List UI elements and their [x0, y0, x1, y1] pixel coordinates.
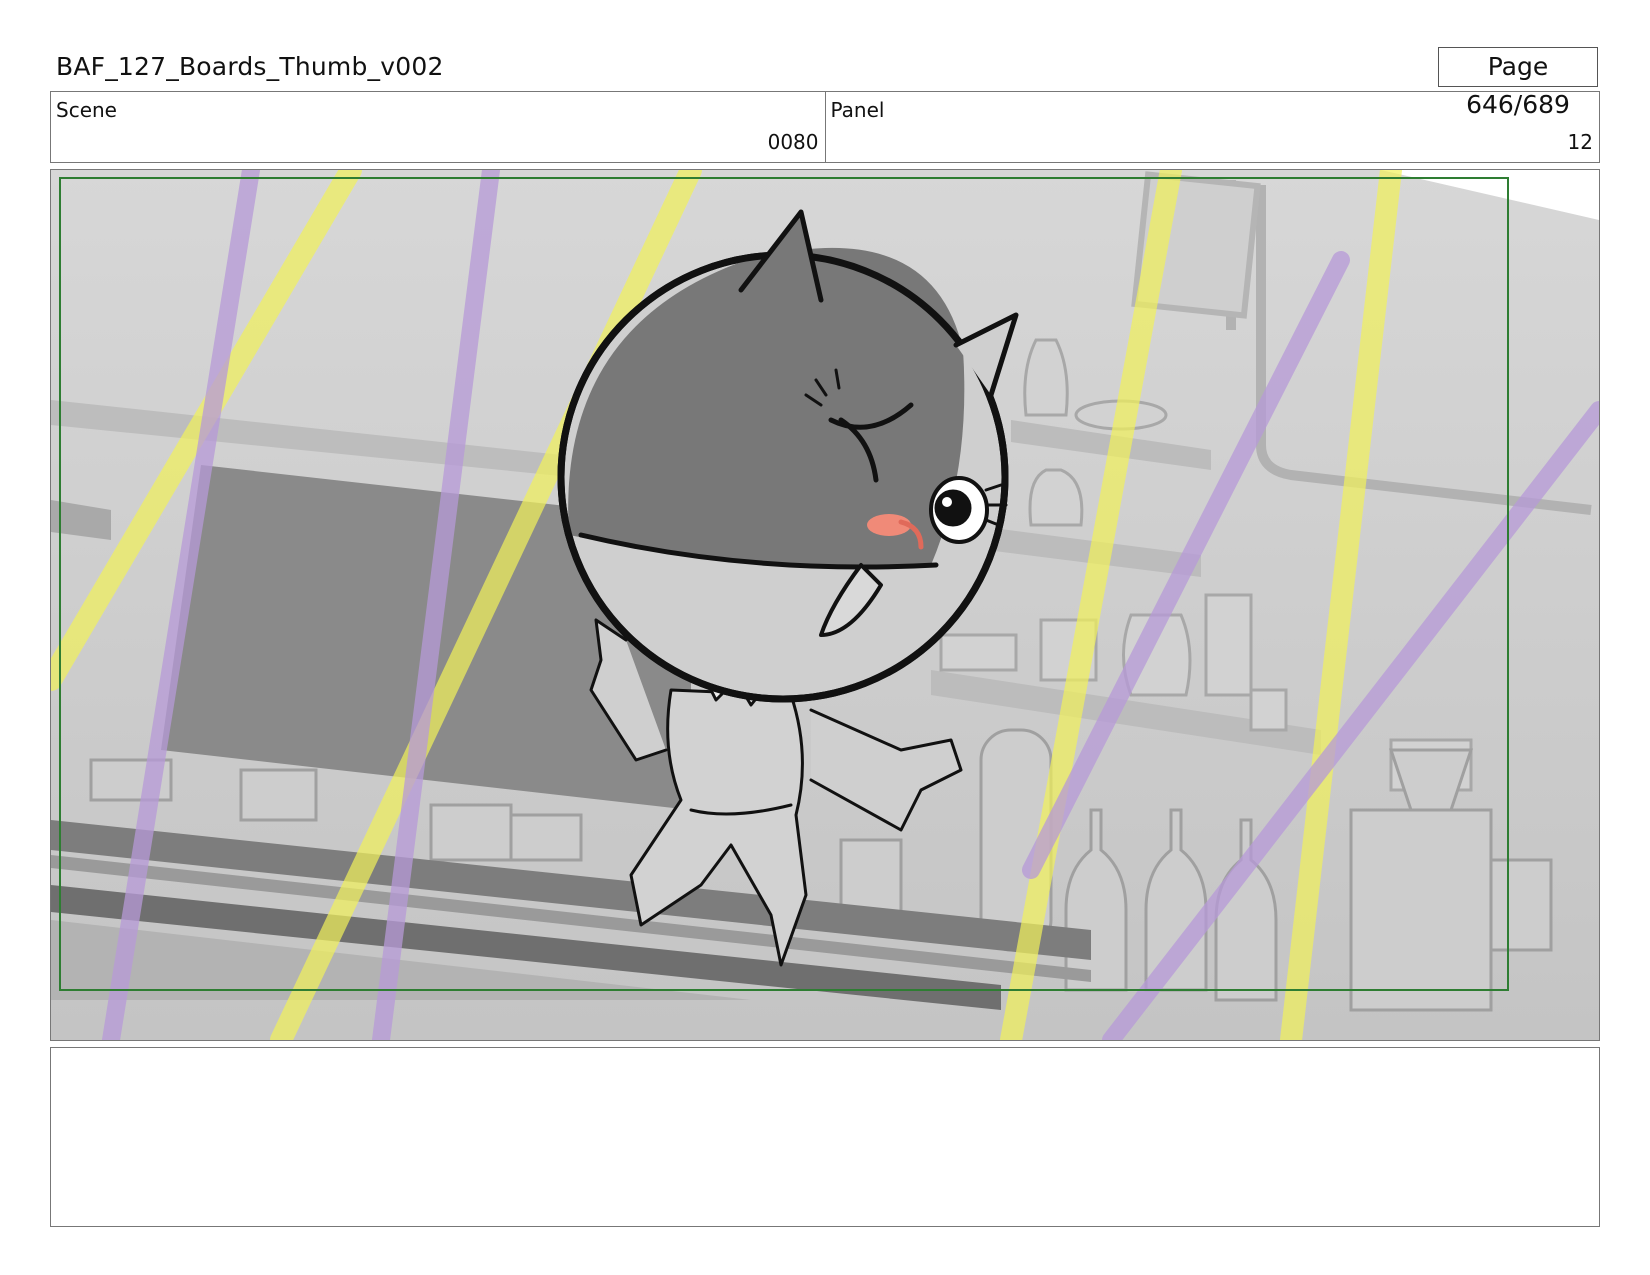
scene-cell: Scene 0080 [51, 92, 825, 162]
page-indicator: Page 646/689 [1438, 47, 1598, 119]
scene-number: 0080 [767, 130, 819, 154]
panel-number: 12 [1567, 130, 1593, 154]
scene-panel-info-row: Scene 0080 Panel 12 [50, 91, 1600, 163]
panel-label: Panel [830, 98, 885, 122]
panel-cell: Panel 12 [824, 92, 1600, 162]
storyboard-panel [50, 169, 1600, 1041]
notes-box [50, 1047, 1600, 1227]
storyboard-drawing [51, 170, 1599, 1040]
scene-label: Scene [56, 98, 117, 122]
document-title: BAF_127_Boards_Thumb_v002 [56, 52, 444, 81]
